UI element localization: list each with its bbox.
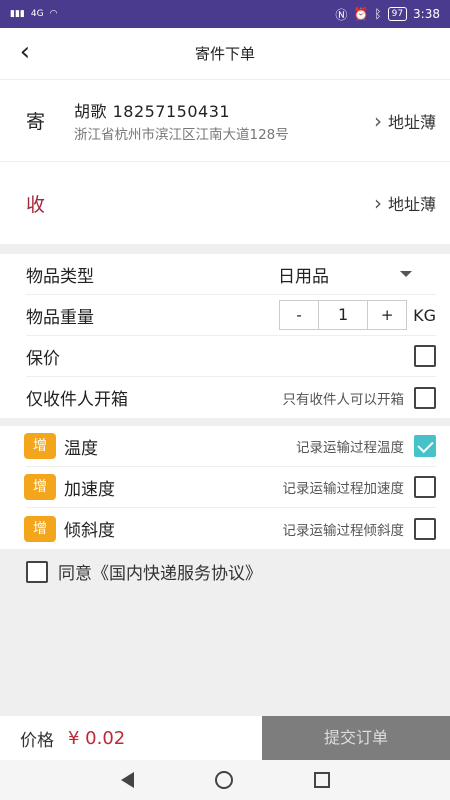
addon-hint: 记录运输过程加速度 bbox=[282, 481, 405, 497]
alarm-icon: ⏰ bbox=[353, 7, 369, 21]
sender-address-detail: 浙江省杭州市滨江区江南大道128号 bbox=[74, 126, 289, 143]
temperature-checkbox[interactable] bbox=[414, 435, 436, 457]
status-bar: ▮▮▮ 4G ◠ Ⓝ ⏰ ᛒ 97 3:38 bbox=[0, 0, 450, 28]
dropdown-caret-icon[interactable] bbox=[400, 271, 412, 277]
nav-home-icon[interactable] bbox=[214, 771, 233, 789]
recipient-only-checkbox[interactable] bbox=[414, 386, 436, 409]
agreement-row: 同意《国内快递服务协议》 bbox=[0, 549, 450, 594]
addon-badge: 增 bbox=[24, 433, 56, 459]
network-type: 4G bbox=[30, 9, 44, 19]
address-book-label: 地址薄 bbox=[387, 112, 436, 132]
shipment-form: 物品类型 日用品 物品重量 - 1 + KG 保价 仅收件人开箱 只有收件人可以… bbox=[0, 254, 450, 418]
acceleration-checkbox[interactable] bbox=[414, 476, 436, 498]
weight-unit: KG bbox=[413, 305, 436, 325]
weight-plus-button[interactable]: + bbox=[368, 301, 406, 329]
addon-tilt-row: 增 倾斜度 记录运输过程倾斜度 bbox=[24, 508, 436, 549]
agreement-link[interactable]: 同意《国内快递服务协议》 bbox=[58, 559, 262, 584]
recipient-only-row: 仅收件人开箱 只有收件人可以开箱 bbox=[26, 377, 436, 418]
nav-recent-icon[interactable] bbox=[313, 772, 330, 788]
signal-indicators: ▮▮▮ 4G ◠ bbox=[10, 9, 57, 19]
battery-icon: 97 bbox=[387, 7, 408, 21]
system-nav-bar bbox=[0, 760, 450, 800]
addon-badge: 增 bbox=[24, 474, 56, 500]
price-value: ¥ 0.02 bbox=[68, 727, 126, 749]
wifi-icon: ◠ bbox=[49, 9, 58, 19]
weight-stepper: - 1 + bbox=[279, 300, 408, 330]
bluetooth-icon: ᛒ bbox=[374, 7, 382, 21]
page-title: 寄件下单 bbox=[194, 45, 255, 63]
category-row[interactable]: 物品类型 日用品 bbox=[26, 254, 436, 295]
sender-tag: 寄 bbox=[26, 111, 46, 133]
top-bar: ‹ 寄件下单 bbox=[0, 28, 450, 80]
addon-hint: 记录运输过程温度 bbox=[296, 440, 404, 456]
price-label: 价格 bbox=[20, 730, 54, 751]
category-label: 物品类型 bbox=[26, 266, 94, 287]
nfc-icon: Ⓝ bbox=[335, 7, 348, 22]
category-select[interactable]: 日用品 bbox=[278, 262, 329, 287]
recipient-only-label: 仅收件人开箱 bbox=[26, 390, 128, 410]
submit-order-button[interactable]: 提交订单 bbox=[262, 716, 450, 760]
addon-label: 倾斜度 bbox=[64, 521, 115, 541]
addon-hint: 记录运输过程倾斜度 bbox=[282, 522, 405, 539]
addon-services: 增 温度 记录运输过程温度 增 加速度 记录运输过程加速度 增 倾斜度 记录运输… bbox=[0, 426, 450, 549]
tilt-checkbox[interactable] bbox=[414, 517, 436, 540]
addon-badge: 增 bbox=[24, 515, 56, 542]
address-block: 寄 胡歌 18257150431 浙江省杭州市滨江区江南大道128号 › 地址薄… bbox=[0, 80, 450, 244]
agreement-checkbox[interactable] bbox=[26, 560, 48, 583]
receiver-address-book-button[interactable]: › 地址薄 bbox=[374, 191, 436, 215]
receiver-address-row[interactable]: 收 › 地址薄 bbox=[0, 162, 450, 244]
addon-label: 温度 bbox=[64, 438, 98, 459]
address-book-label: 地址薄 bbox=[387, 195, 436, 214]
status-right: Ⓝ ⏰ ᛒ 97 3:38 bbox=[335, 6, 440, 23]
receiver-tag: 收 bbox=[26, 193, 46, 216]
recipient-only-hint: 只有收件人可以开箱 bbox=[282, 391, 405, 408]
addon-temperature-row: 增 温度 记录运输过程温度 bbox=[24, 426, 436, 467]
back-arrow-icon[interactable]: ‹ bbox=[10, 38, 40, 68]
signal-icon: ▮▮▮ bbox=[10, 9, 25, 19]
sender-address-row[interactable]: 寄 胡歌 18257150431 浙江省杭州市滨江区江南大道128号 › 地址薄 bbox=[0, 80, 450, 162]
sender-address-book-button[interactable]: › 地址薄 bbox=[374, 109, 436, 133]
insurance-row: 保价 bbox=[26, 336, 436, 377]
bottom-action-bar: 价格 ¥ 0.02 提交订单 bbox=[0, 716, 450, 760]
chevron-right-icon: › bbox=[373, 191, 382, 215]
addon-label: 加速度 bbox=[64, 479, 115, 500]
weight-input[interactable]: 1 bbox=[318, 301, 369, 329]
insurance-label: 保价 bbox=[26, 348, 60, 369]
clock: 3:38 bbox=[413, 7, 440, 21]
weight-minus-button[interactable]: - bbox=[280, 301, 318, 329]
nav-back-icon[interactable] bbox=[120, 772, 134, 788]
weight-row: 物品重量 - 1 + KG bbox=[26, 295, 436, 336]
insurance-checkbox[interactable] bbox=[414, 345, 436, 367]
addon-acceleration-row: 增 加速度 记录运输过程加速度 bbox=[24, 467, 436, 508]
weight-label: 物品重量 bbox=[26, 307, 94, 328]
sender-name-phone: 胡歌 18257150431 bbox=[74, 101, 231, 121]
chevron-right-icon: › bbox=[373, 108, 382, 133]
